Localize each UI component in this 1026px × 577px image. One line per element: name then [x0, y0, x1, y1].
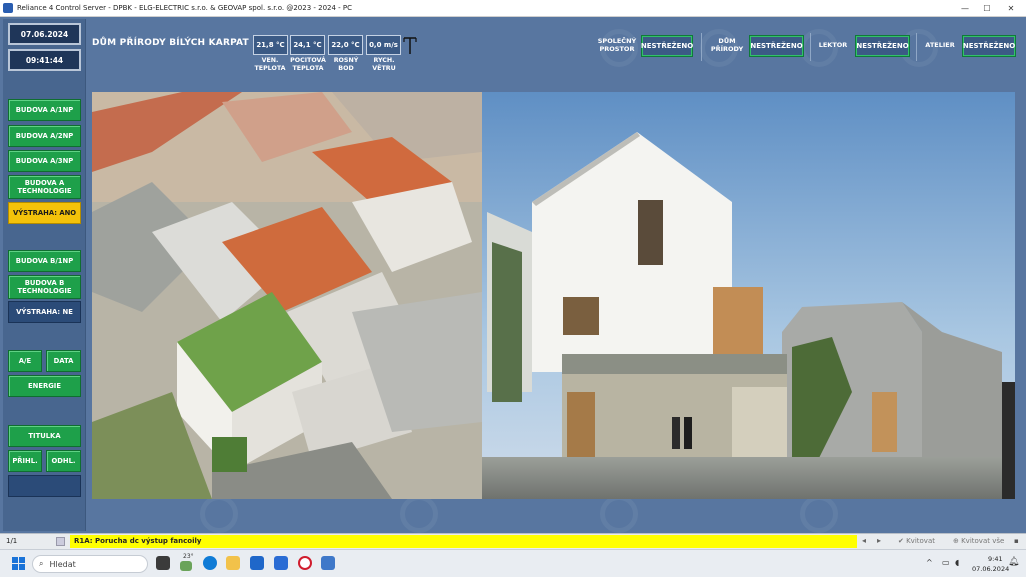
page-title: DŮM PŘÍRODY BÍLÝCH KARPAT [92, 38, 249, 48]
wind-speed-label: RYCH. VĚTRU [372, 57, 396, 72]
zone-lektor-label: LEKTOR [818, 41, 848, 49]
mail-icon[interactable] [274, 556, 288, 570]
window-titlebar: Reliance 4 Control Server - DPBK - ELG-E… [0, 0, 1026, 17]
budova-b-tech-line1: BUDOVA B [24, 279, 65, 287]
weather-temp: 23° [183, 553, 194, 560]
maximize-icon[interactable]: ☐ [976, 0, 998, 17]
zone-lektor-status[interactable]: NESTŘEŽENO [855, 35, 910, 57]
outdoor-temp-label: VEN. TEPLOTA [254, 57, 286, 72]
taskbar-search-box[interactable]: ⌕ Hledat [32, 555, 148, 573]
search-placeholder: Hledat [49, 559, 76, 569]
budova-a-1np-button[interactable]: BUDOVA A/1NP [8, 99, 81, 121]
alarm-list-icon[interactable] [56, 537, 65, 546]
sidebar: 07.06.2024 09:41:44 BUDOVA A/1NP BUDOVA … [3, 19, 86, 531]
wind-mast-icon [403, 37, 417, 54]
vystraha-a-button[interactable]: VÝSTRAHA: ANO [8, 202, 81, 224]
feels-like-temp-value: 24,1 °C [290, 35, 325, 55]
budova-a-3np-button[interactable]: BUDOVA A/3NP [8, 150, 81, 172]
edge-browser-icon[interactable] [203, 556, 217, 570]
building-visualization [92, 92, 1015, 499]
energie-button[interactable]: ENERGIE [8, 375, 81, 397]
feels-like-label: POCITOVÁ TEPLOTA [290, 57, 326, 72]
zone-atelier-status[interactable]: NESTŘEŽENO [962, 35, 1016, 57]
login-button[interactable]: PŘIHL. [8, 450, 42, 472]
building-render-image [92, 92, 1015, 499]
app-icon [3, 3, 13, 13]
alarm-statusbar: 1/1 R1A: Porucha dc výstup fancoily ◂ ▸ … [0, 533, 1026, 549]
data-button[interactable]: DATA [46, 350, 81, 372]
budova-b-1np-button[interactable]: BUDOVA B/1NP [8, 250, 81, 272]
windows-taskbar: ⌕ Hledat 23° ^ ▭ ◖ 9:41 07.06.2024 🔔︎ [0, 549, 1026, 577]
outdoor-temp-value: 21,8 °C [253, 35, 288, 55]
store-icon[interactable] [250, 556, 264, 570]
taskbar-date[interactable]: 07.06.2024 [972, 565, 1009, 573]
zone-spolecny-prostor-label: SPOLEČNÝ PROSTOR [597, 37, 637, 53]
budova-a-tech-line1: BUDOVA A [24, 179, 65, 187]
task-view-icon[interactable] [156, 556, 170, 570]
close-icon[interactable]: ✕ [1000, 0, 1022, 17]
budova-a-technologie-button[interactable]: BUDOVA A TECHNOLOGIE [8, 175, 81, 199]
budova-b-technologie-button[interactable]: BUDOVA B TECHNOLOGIE [8, 275, 81, 299]
statusbar-menu-icon[interactable]: ▪ [1014, 537, 1019, 545]
windows-start-icon[interactable] [12, 557, 25, 570]
reliance-app-icon[interactable] [321, 556, 335, 570]
minimize-icon[interactable]: — [954, 0, 976, 17]
zone-dum-prirody-status[interactable]: NESTŘEŽENO [749, 35, 804, 57]
window-title: Reliance 4 Control Server - DPBK - ELG-E… [17, 4, 353, 12]
budova-b-tech-line2: TECHNOLOGIE [17, 287, 72, 295]
search-icon: ⌕ [39, 559, 44, 568]
next-alarm-icon[interactable]: ▸ [877, 536, 881, 545]
taskbar-time[interactable]: 9:41 [988, 555, 1003, 563]
date-display: 07.06.2024 [8, 23, 81, 45]
weather-widget-icon[interactable] [180, 561, 192, 571]
dew-point-label: ROSNÝ BOD [333, 57, 359, 72]
file-explorer-icon[interactable] [226, 556, 240, 570]
ae-button[interactable]: A/E [8, 350, 42, 372]
budova-a-tech-line2: TECHNOLOGIE [17, 187, 72, 195]
budova-a-2np-button[interactable]: BUDOVA A/2NP [8, 125, 81, 147]
time-display: 09:41:44 [8, 49, 81, 71]
scada-screen: 07.06.2024 09:41:44 BUDOVA A/1NP BUDOVA … [0, 17, 1026, 533]
acknowledge-button[interactable]: ✔ Kvitovat [898, 537, 935, 545]
wind-speed-value: 0,0 m/s [366, 35, 401, 55]
dew-point-value: 22,0 °C [328, 35, 363, 55]
volume-icon[interactable]: ◖ [955, 558, 959, 567]
show-hidden-icons[interactable]: ^ [926, 558, 933, 567]
vystraha-b-button[interactable]: VÝSTRAHA: NE [8, 301, 81, 323]
titulka-button[interactable]: TITULKA [8, 425, 81, 447]
prev-alarm-icon[interactable]: ◂ [862, 536, 866, 545]
logout-button[interactable]: ODHL. [46, 450, 81, 472]
app-red-icon[interactable] [298, 556, 312, 570]
zone-atelier-label: ATELIER [925, 41, 955, 49]
network-icon[interactable]: ▭ [942, 558, 950, 567]
alarm-page-indicator: 1/1 [6, 537, 18, 545]
alarm-message[interactable]: R1A: Porucha dc výstup fancoily [70, 535, 857, 548]
zone-spolecny-prostor-status[interactable]: NESTŘEŽENO [641, 35, 693, 57]
notification-icon[interactable]: 🔔︎ [1008, 557, 1019, 567]
zone-dum-prirody-label: DŮM PŘÍRODY [710, 37, 744, 53]
acknowledge-all-button[interactable]: ⊕ Kvitovat vše [953, 537, 1004, 545]
empty-slot [8, 475, 81, 497]
